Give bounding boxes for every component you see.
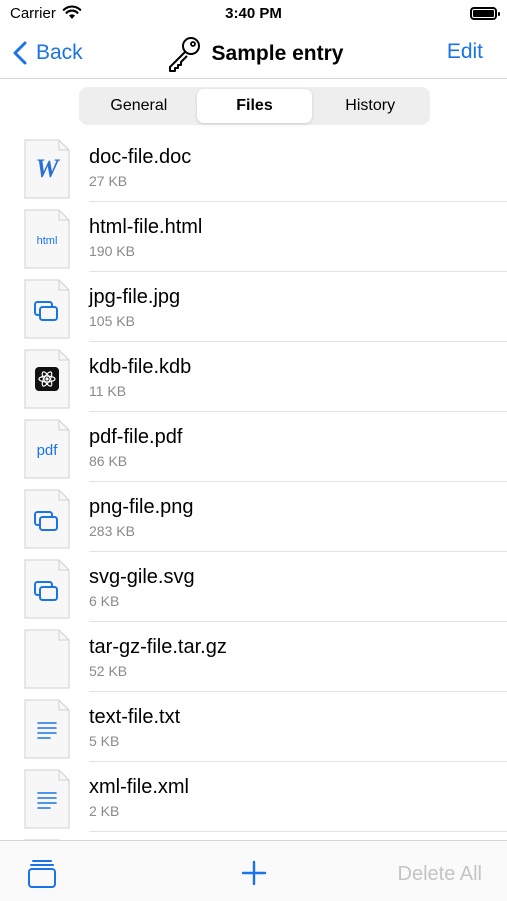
delete-all-button[interactable]: Delete All xyxy=(398,863,483,886)
bottom-toolbar: Delete All xyxy=(0,840,507,901)
pdf-file-icon: pdf xyxy=(24,419,70,479)
list-item[interactable]: png-file.png 283 KB xyxy=(0,482,507,552)
clock: 3:40 PM xyxy=(225,5,282,22)
file-size: 5 KB xyxy=(89,733,120,749)
svg-text:pdf: pdf xyxy=(37,442,59,459)
image-file-icon xyxy=(24,559,70,619)
file-name: svg-gile.svg xyxy=(89,566,195,588)
file-name: kdb-file.kdb xyxy=(89,356,192,378)
list-item[interactable]: W doc-file.doc 27 KB xyxy=(0,132,507,202)
list-item[interactable]: pdf pdf-file.pdf 86 KB xyxy=(0,412,507,482)
file-name: doc-file.doc xyxy=(89,146,192,168)
html-file-icon: html xyxy=(24,209,70,269)
file-size: 11 KB xyxy=(89,383,127,399)
list-item[interactable]: tar-gz-file.tar.gz 52 KB xyxy=(0,622,507,692)
svg-text:W: W xyxy=(35,154,60,183)
file-size: 283 KB xyxy=(89,523,135,539)
key-icon xyxy=(168,37,200,72)
tab-general[interactable]: General xyxy=(81,89,197,123)
tab-files[interactable]: Files xyxy=(196,89,313,123)
text-file-icon xyxy=(24,699,70,759)
generic-file-icon xyxy=(24,629,70,689)
file-name: html-file.html xyxy=(89,216,203,238)
list-item[interactable]: xml-file.xml 2 KB xyxy=(0,762,507,832)
file-size: 190 KB xyxy=(89,243,135,259)
status-bar: Carrier 3:40 PM xyxy=(0,0,507,28)
file-size: 6 KB xyxy=(89,593,120,609)
list-item[interactable]: svg-gile.svg 6 KB xyxy=(0,552,507,622)
file-size: 52 KB xyxy=(89,663,128,679)
svg-text:html: html xyxy=(37,235,58,247)
edit-button[interactable]: Edit xyxy=(447,40,483,64)
word-document-icon: W xyxy=(24,139,70,199)
text-file-icon xyxy=(24,769,70,829)
page-title: Sample entry xyxy=(211,42,344,65)
list-item[interactable]: text-file.txt 5 KB xyxy=(0,692,507,762)
file-size: 105 KB xyxy=(89,313,135,329)
file-size: 2 KB xyxy=(89,803,120,819)
list-item[interactable]: html html-file.html 190 KB xyxy=(0,202,507,272)
kdb-file-icon xyxy=(24,349,70,409)
file-name: png-file.png xyxy=(89,496,194,518)
file-name: text-file.txt xyxy=(89,706,181,728)
segmented-control: General Files History xyxy=(79,87,430,125)
nav-title-group: Sample entry xyxy=(0,34,507,74)
file-size: 27 KB xyxy=(89,173,128,189)
image-file-icon xyxy=(24,489,70,549)
navigation-bar: Back Sample entry Edit xyxy=(0,28,507,79)
tab-history[interactable]: History xyxy=(312,89,428,123)
file-name: tar-gz-file.tar.gz xyxy=(89,636,227,658)
file-size: 86 KB xyxy=(89,453,128,469)
file-name: pdf-file.pdf xyxy=(89,426,183,448)
image-file-icon xyxy=(24,279,70,339)
list-item[interactable]: jpg-file.jpg 105 KB xyxy=(0,272,507,342)
plus-icon[interactable] xyxy=(240,859,268,887)
stack-icon[interactable] xyxy=(26,858,58,890)
file-name: jpg-file.jpg xyxy=(89,286,181,308)
list-item[interactable]: kdb-file.kdb 11 KB xyxy=(0,342,507,412)
file-name: xml-file.xml xyxy=(89,776,189,798)
battery-icon xyxy=(470,7,500,20)
file-list: W doc-file.doc 27 KB html html-file.html… xyxy=(0,132,507,899)
